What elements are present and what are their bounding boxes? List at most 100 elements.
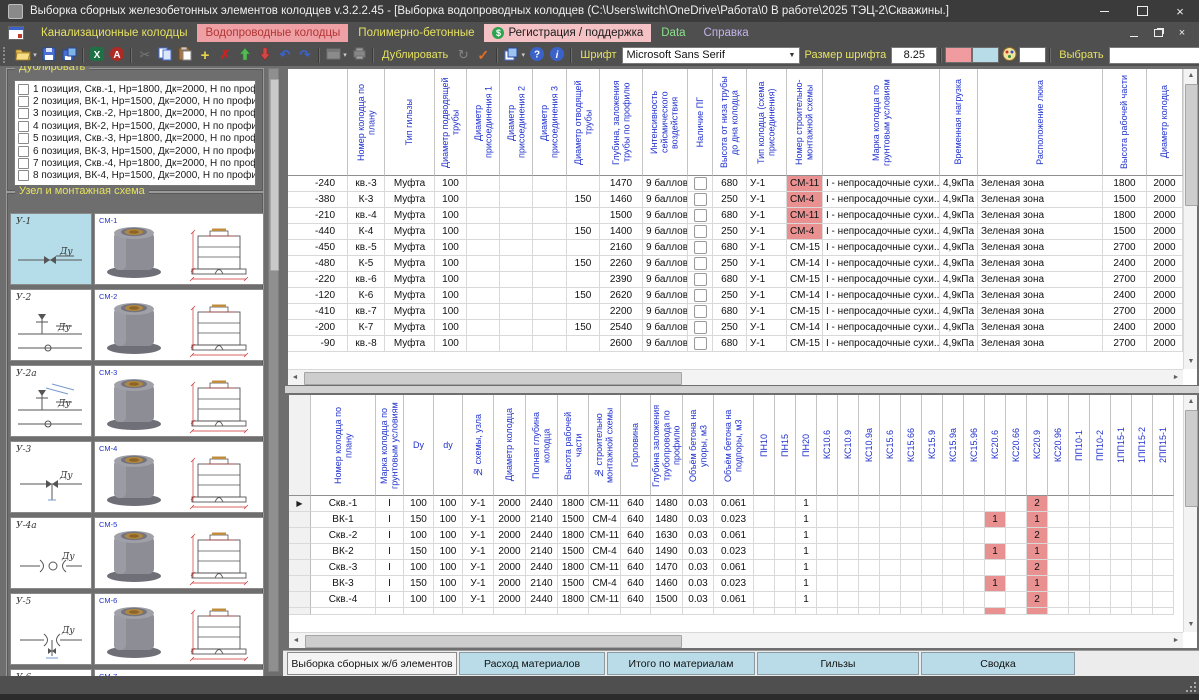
table-cell[interactable] <box>500 336 533 352</box>
pg-checkbox[interactable] <box>694 321 707 334</box>
table-cell[interactable] <box>1069 592 1090 608</box>
about-button[interactable]: i <box>547 45 567 65</box>
table-cell[interactable]: 0.03 <box>683 576 714 592</box>
table-cell[interactable] <box>1111 512 1132 528</box>
pg-checkbox[interactable] <box>694 177 707 190</box>
table-cell[interactable] <box>1069 560 1090 576</box>
table-cell[interactable]: 0.023 <box>714 512 754 528</box>
table-cell[interactable]: 680 <box>713 208 747 224</box>
table-cell[interactable] <box>1153 592 1174 608</box>
table-cell[interactable]: К-5 <box>348 256 385 272</box>
table-cell[interactable] <box>838 560 859 576</box>
column-header[interactable]: ПП10-2 <box>1090 395 1111 496</box>
table-cell[interactable]: Скв.-3 <box>311 560 376 576</box>
table-cell[interactable] <box>500 272 533 288</box>
list-item[interactable]: 7 позиция, Скв.-4, Нр=1800, Дк=2000, Н п… <box>17 157 255 169</box>
table-cell[interactable]: -440 <box>288 224 348 240</box>
column-header[interactable]: 1ПП15-2 <box>1132 395 1153 496</box>
column-header[interactable]: КС20.96 <box>1048 395 1069 496</box>
table-cell[interactable]: I - непросадочные сухи... <box>823 272 940 288</box>
node-thumbnail-У-6[interactable]: У-6Ду <box>10 669 92 676</box>
table-cell[interactable]: 2200 <box>600 304 643 320</box>
table-cell[interactable]: Муфта <box>385 256 435 272</box>
table-cell[interactable]: 9 баллов <box>643 240 688 256</box>
table-cell[interactable]: 0.03 <box>683 544 714 560</box>
undo-button[interactable]: ↶ <box>275 45 295 65</box>
table-cell[interactable]: 250 <box>713 320 747 336</box>
pg-checkbox[interactable] <box>694 289 707 302</box>
table-cell[interactable] <box>880 608 901 615</box>
table-cell[interactable]: СМ-11 <box>589 528 621 544</box>
table-cell[interactable]: 0.023 <box>714 576 754 592</box>
menu-tab-3[interactable]: Полимерно-бетонные <box>350 24 482 42</box>
table-cell[interactable]: 2160 <box>600 240 643 256</box>
table-cell[interactable] <box>1153 560 1174 576</box>
menu-tab-2[interactable]: Водопроводные колодцы <box>197 24 348 42</box>
table-cell[interactable]: Муфта <box>385 336 435 352</box>
table-cell[interactable]: I <box>376 496 404 512</box>
table-cell[interactable] <box>1006 528 1027 544</box>
table-cell[interactable] <box>500 208 533 224</box>
table-cell[interactable]: СМ-15 <box>787 240 823 256</box>
node-thumbnail-У-3[interactable]: У-3Ду <box>10 441 92 513</box>
table-cell[interactable]: 1500 <box>600 208 643 224</box>
table-cell[interactable] <box>688 304 713 320</box>
node-thumbnail-У-5[interactable]: У-5Ду <box>10 593 92 665</box>
table-cell[interactable] <box>500 304 533 320</box>
table-cell[interactable] <box>589 608 621 615</box>
table-cell[interactable] <box>467 272 500 288</box>
table-cell[interactable]: У-1 <box>747 288 787 304</box>
table-cell[interactable] <box>500 240 533 256</box>
table-cell[interactable]: 100 <box>435 240 467 256</box>
copy-button[interactable] <box>155 45 175 65</box>
pg-checkbox[interactable] <box>694 225 707 238</box>
table-cell[interactable]: 9 баллов <box>643 208 688 224</box>
table-cell[interactable]: -90 <box>288 336 348 352</box>
table-cell[interactable]: 1500 <box>558 544 589 560</box>
table-cell[interactable]: 100 <box>435 336 467 352</box>
table-cell[interactable]: 2000 <box>1147 176 1183 192</box>
mdi-close-button[interactable]: × <box>1175 26 1189 40</box>
table-cell[interactable]: Скв.-1 <box>311 496 376 512</box>
column-header[interactable]: № схемы, узла <box>463 395 494 496</box>
table-cell[interactable] <box>467 224 500 240</box>
table-cell[interactable] <box>775 608 796 615</box>
table-cell[interactable]: 640 <box>621 496 651 512</box>
table-cell[interactable] <box>1111 576 1132 592</box>
column-header[interactable]: Высота рабочей части <box>1103 69 1147 176</box>
table-cell[interactable] <box>943 512 964 528</box>
scrollbar-thumb[interactable] <box>305 635 682 648</box>
table-cell[interactable] <box>533 208 567 224</box>
table-cell[interactable] <box>1132 544 1153 560</box>
table-cell[interactable]: 1800 <box>558 528 589 544</box>
apply-button[interactable]: ✓ <box>473 45 493 65</box>
table-cell[interactable]: 100 <box>434 496 463 512</box>
column-header[interactable] <box>289 395 311 496</box>
column-header[interactable]: Горловина <box>621 395 651 496</box>
table-cell[interactable] <box>922 560 943 576</box>
table-cell[interactable] <box>467 320 500 336</box>
panel-scrollbar[interactable] <box>268 68 279 672</box>
table-cell[interactable]: 250 <box>713 224 747 240</box>
close-button[interactable]: × <box>1161 0 1199 22</box>
table-cell[interactable] <box>838 544 859 560</box>
table-cell[interactable] <box>775 592 796 608</box>
table-cell[interactable] <box>943 544 964 560</box>
table-cell[interactable]: кв.-3 <box>348 176 385 192</box>
table-cell[interactable] <box>901 560 922 576</box>
pg-checkbox[interactable] <box>694 241 707 254</box>
table-cell[interactable] <box>985 608 1006 615</box>
table-cell[interactable] <box>567 176 600 192</box>
table-cell[interactable] <box>683 608 714 615</box>
table-cell[interactable] <box>880 544 901 560</box>
column-header[interactable]: Номер строительно-монтажной схемы <box>787 69 823 176</box>
table-cell[interactable] <box>817 544 838 560</box>
table-cell[interactable] <box>1132 592 1153 608</box>
table-cell[interactable]: I <box>376 544 404 560</box>
table-cell[interactable]: 100 <box>434 560 463 576</box>
table-cell[interactable]: 1 <box>796 576 817 592</box>
table-cell[interactable]: 150 <box>404 544 434 560</box>
table-cell[interactable]: -380 <box>288 192 348 208</box>
table-cell[interactable]: У-1 <box>747 272 787 288</box>
table-cell[interactable] <box>533 240 567 256</box>
